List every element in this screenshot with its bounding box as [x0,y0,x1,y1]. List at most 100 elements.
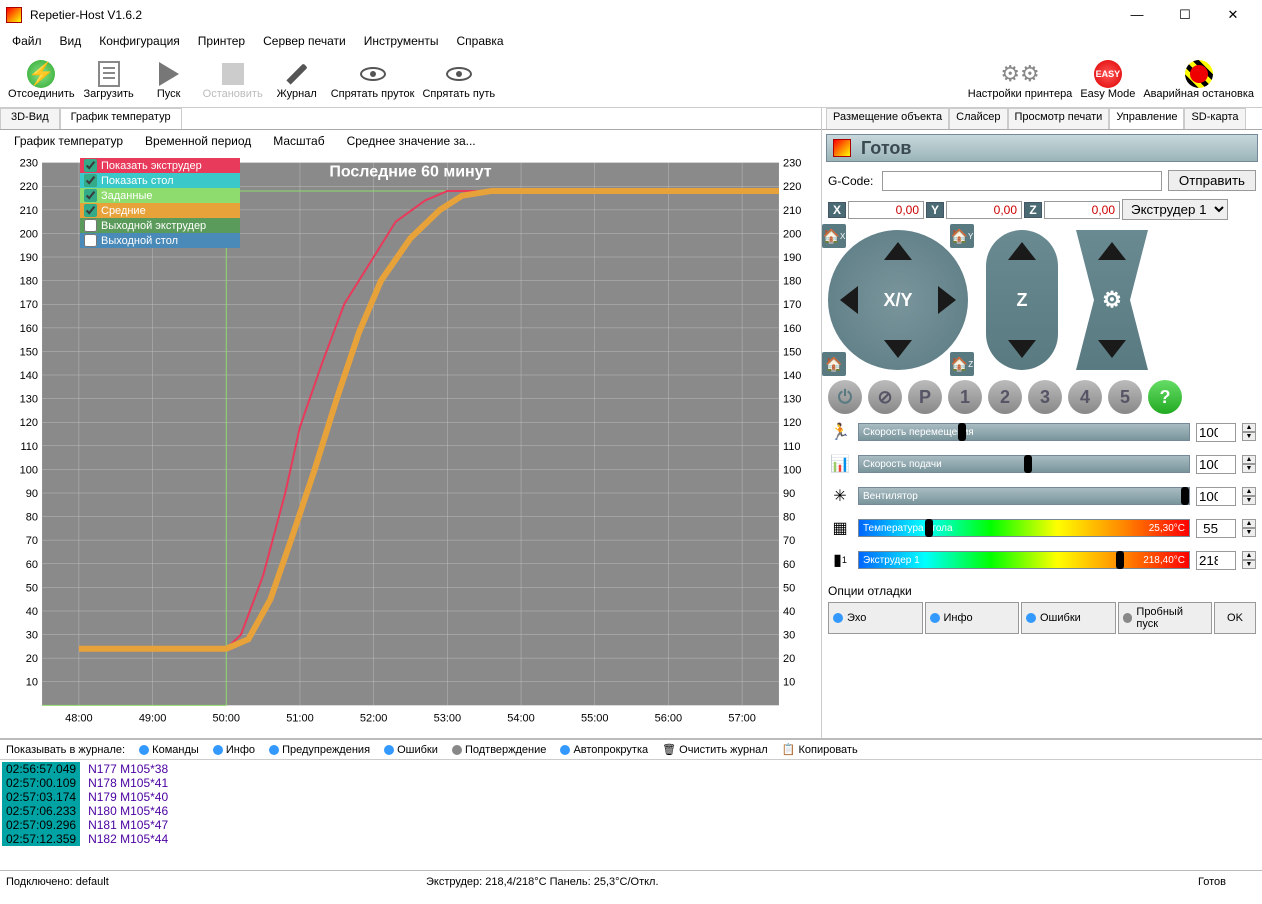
speed-down[interactable]: ▼ [1242,432,1256,441]
printer-settings-button[interactable]: ⚙⚙Настройки принтера [964,58,1077,102]
log-copy-button[interactable]: 📋 Копировать [782,743,858,756]
debug-errors-button[interactable]: Ошибки [1021,602,1116,634]
hide-filament-button[interactable]: Спрятать пруток [327,58,419,102]
bed-temp-slider[interactable]: Температура стола25,30°C [858,519,1190,537]
speed-up[interactable]: ▲ [1242,423,1256,432]
debug-ok-button[interactable]: OK [1214,602,1256,634]
svg-text:40: 40 [783,606,795,618]
menu-printserver[interactable]: Сервер печати [263,34,346,48]
feed-down[interactable]: ▼ [1242,464,1256,473]
legend-bed-check[interactable] [84,174,97,187]
park-button[interactable]: P [908,380,942,414]
debug-echo-button[interactable]: Эхо [828,602,923,634]
menu-file[interactable]: Файл [12,34,42,48]
fan-up[interactable]: ▲ [1242,487,1256,496]
menu-help[interactable]: Справка [457,34,504,48]
retract-button[interactable] [1098,340,1126,358]
preset-3-button[interactable]: 3 [1028,380,1062,414]
menu-tools[interactable]: Инструменты [364,34,439,48]
minimize-button[interactable]: — [1122,7,1152,23]
ext-down[interactable]: ▼ [1242,560,1256,569]
easy-mode-button[interactable]: EASYEasy Mode [1076,58,1139,102]
legend-target-check[interactable] [84,189,97,202]
debug-dryrun-button[interactable]: Пробный пуск [1118,602,1213,634]
log-button[interactable]: Журнал [267,58,327,102]
home-x-button[interactable]: 🏠X [822,224,846,248]
power-button[interactable]: ⏻ [828,380,862,414]
extruder-select[interactable]: Экструдер 1 [1122,199,1228,220]
log-clear-button[interactable]: 🗑 Очистить журнал [662,743,768,756]
log-filter-errors[interactable]: Ошибки [384,744,438,756]
bed-up[interactable]: ▲ [1242,519,1256,528]
start-button[interactable]: Пуск [139,58,199,102]
svg-text:20: 20 [26,653,38,665]
chart-menu-period[interactable]: Временной период [145,134,251,148]
bed-temp-input[interactable] [1196,519,1236,538]
fan-down[interactable]: ▼ [1242,496,1256,505]
tab-preview[interactable]: Просмотр печати [1008,108,1110,129]
home-all-button[interactable]: 🏠 [822,352,846,376]
log-filter-commands[interactable]: Команды [139,744,199,756]
feed-input[interactable] [1196,455,1236,474]
hide-path-button[interactable]: Спрятать путь [418,58,499,102]
y-minus-button[interactable] [884,340,912,358]
chart-menu-avg[interactable]: Среднее значение за... [347,134,476,148]
tab-3d-view[interactable]: 3D-Вид [0,108,60,129]
preset-1-button[interactable]: 1 [948,380,982,414]
feed-slider[interactable]: Скорость подачи [858,455,1190,473]
emergency-stop-button[interactable]: Аварийная остановка [1139,58,1258,102]
help-button[interactable]: ? [1148,380,1182,414]
y-plus-button[interactable] [884,242,912,260]
feed-icon: 📊 [828,452,852,476]
svg-text:160: 160 [783,323,801,335]
preset-5-button[interactable]: 5 [1108,380,1142,414]
chart-menu-temp[interactable]: График температур [14,134,123,148]
log-autoscroll[interactable]: Автопрокрутка [560,744,648,756]
disconnect-button[interactable]: ⚡Отсоединить [4,58,79,102]
tab-slicer[interactable]: Слайсер [949,108,1007,129]
menu-config[interactable]: Конфигурация [99,34,180,48]
fan-input[interactable] [1196,487,1236,506]
legend-avg-check[interactable] [84,204,97,217]
svg-text:150: 150 [783,346,801,358]
bed-down[interactable]: ▼ [1242,528,1256,537]
z-plus-button[interactable] [1008,242,1036,260]
maximize-button[interactable]: ☐ [1170,7,1200,23]
debug-info-button[interactable]: Инфо [925,602,1020,634]
motor-off-button[interactable]: ⊘ [868,380,902,414]
menu-view[interactable]: Вид [60,34,82,48]
tab-placement[interactable]: Размещение объекта [826,108,949,129]
extrude-button[interactable] [1098,242,1126,260]
speed-slider[interactable]: Скорость перемещения [858,423,1190,441]
home-y-button[interactable]: 🏠Y [950,224,974,248]
log-output[interactable]: 02:56:57.049N177 M105*3802:57:00.109N178… [0,760,1262,848]
log-filter-warnings[interactable]: Предупреждения [269,744,370,756]
gcode-input[interactable] [882,171,1162,191]
legend-out-bed-check[interactable] [84,234,97,247]
x-minus-button[interactable] [840,286,858,314]
stop-button[interactable]: Остановить [199,58,267,102]
log-filter-info[interactable]: Инфо [213,744,255,756]
fan-slider[interactable]: Вентилятор [858,487,1190,505]
chart-menu-scale[interactable]: Масштаб [273,134,324,148]
extruder-temp-slider[interactable]: Экструдер 1218,40°C [858,551,1190,569]
preset-4-button[interactable]: 4 [1068,380,1102,414]
log-filter-ack[interactable]: Подтверждение [452,744,547,756]
feed-up[interactable]: ▲ [1242,455,1256,464]
ext-up[interactable]: ▲ [1242,551,1256,560]
preset-2-button[interactable]: 2 [988,380,1022,414]
legend-extruder-check[interactable] [84,159,97,172]
home-z-button[interactable]: 🏠Z [950,352,974,376]
extruder-temp-input[interactable] [1196,551,1236,570]
tab-sd[interactable]: SD-карта [1184,108,1245,129]
x-plus-button[interactable] [938,286,956,314]
menu-printer[interactable]: Принтер [198,34,245,48]
legend-out-extruder-check[interactable] [84,219,97,232]
gcode-send-button[interactable]: Отправить [1168,170,1256,191]
speed-input[interactable] [1196,423,1236,442]
z-minus-button[interactable] [1008,340,1036,358]
close-button[interactable]: ✕ [1218,7,1248,23]
tab-temp-graph[interactable]: График температур [60,108,182,129]
load-button[interactable]: Загрузить [79,58,139,102]
tab-control[interactable]: Управление [1109,108,1184,129]
